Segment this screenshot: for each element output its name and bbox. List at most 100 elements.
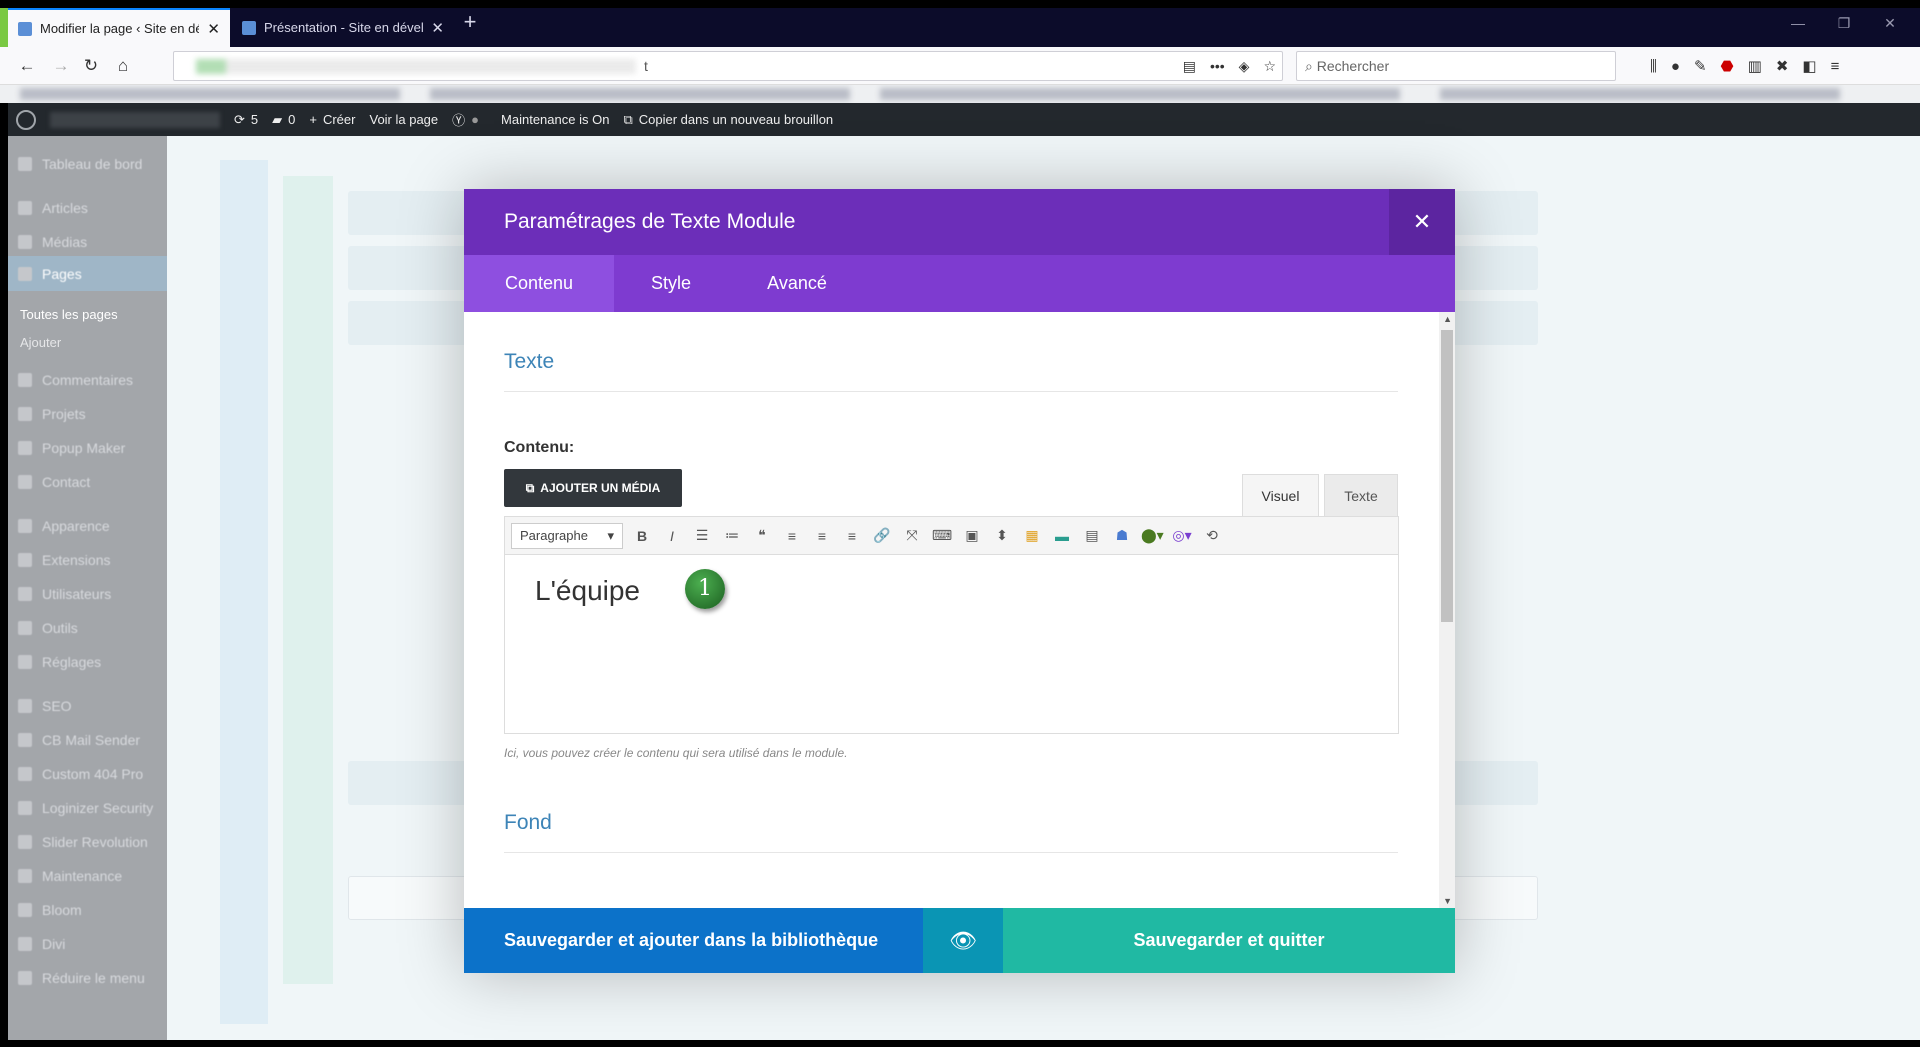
sidebar-item-tools[interactable]: Outils	[18, 620, 78, 636]
forward-icon[interactable]: →	[46, 47, 76, 85]
tab-style[interactable]: Style	[614, 255, 728, 312]
wordpress-logo-icon[interactable]	[16, 109, 36, 130]
sidebar-item-comments[interactable]: Commentaires	[18, 372, 133, 388]
view-page-link[interactable]: Voir la page	[369, 112, 438, 127]
editor-tab-text[interactable]: Texte	[1324, 474, 1398, 516]
sidebar-item-extensions[interactable]: Extensions	[18, 552, 110, 568]
page-actions-icon[interactable]: •••	[1210, 58, 1225, 74]
close-tab-icon[interactable]: ✕	[207, 20, 220, 38]
plus-icon: +	[463, 9, 477, 34]
minimize-icon[interactable]: —	[1778, 8, 1818, 38]
scroll-up-icon[interactable]: ▲	[1443, 314, 1452, 324]
menu-icon[interactable]: ≡	[1831, 58, 1840, 75]
numbered-list-icon[interactable]: ≔	[721, 527, 743, 544]
sidebar-item-custom-404[interactable]: Custom 404 Pro	[18, 766, 143, 782]
sidebar-item-dashboard[interactable]: Tableau de bord	[18, 156, 142, 172]
browser-tab-2[interactable]: Présentation - Site en développ ✕	[232, 8, 454, 47]
pocket-icon[interactable]: ◈	[1239, 58, 1250, 75]
sidebar-item-contact[interactable]: Contact	[18, 474, 90, 490]
preview-button[interactable]: 👁	[923, 908, 1003, 973]
sidebar-item-articles[interactable]: Articles	[18, 200, 88, 216]
maintenance-status[interactable]: Maintenance is On	[501, 112, 609, 127]
search-input[interactable]: ⌕ Rechercher	[1296, 51, 1616, 81]
sidebar-item-loginizer[interactable]: Loginizer Security	[18, 800, 153, 816]
sidebar-item-bloom[interactable]: Bloom	[18, 902, 82, 918]
sidebar-item-slider-revolution[interactable]: Slider Revolution	[18, 834, 148, 850]
library-icon[interactable]: ⫼	[1650, 58, 1657, 75]
sidebar-subitem-add[interactable]: Ajouter	[20, 335, 61, 350]
sidebar-item-media[interactable]: Médias	[18, 234, 87, 250]
reader-view-icon[interactable]: ▤	[1183, 58, 1196, 75]
scroll-down-icon[interactable]: ▼	[1443, 896, 1452, 906]
divider-icon[interactable]: ▬	[1051, 528, 1073, 544]
url-bar[interactable]: t ▤ ••• ◈ ☆	[173, 51, 1283, 81]
modal-scrollbar[interactable]: ▲ ▼	[1439, 312, 1455, 908]
editor-content[interactable]: L'équipe	[535, 575, 640, 607]
browser-tab-1[interactable]: Modifier la page ‹ Site en dével ✕	[8, 8, 230, 47]
blockquote-icon[interactable]: ❝	[751, 527, 773, 544]
fullscreen-icon[interactable]: ⤧	[901, 527, 923, 544]
restore-icon[interactable]: ❐	[1824, 8, 1864, 38]
tools-icon[interactable]: ✖	[1776, 57, 1789, 75]
layout-icon[interactable]: ▦	[1021, 527, 1043, 544]
bullet-list-icon[interactable]: ☰	[691, 527, 713, 544]
create-link[interactable]: + Créer	[309, 112, 355, 127]
close-tab-icon[interactable]: ✕	[431, 19, 444, 37]
yoast-seo-link[interactable]: Ⓨ ●	[452, 110, 479, 129]
format-select[interactable]: Paragraphe ▾	[511, 522, 623, 549]
undo-icon[interactable]: ⟲	[1201, 527, 1223, 544]
reload-icon[interactable]: ↻	[76, 47, 106, 85]
new-tab-button[interactable]: +	[455, 8, 485, 38]
adblock-icon[interactable]: ⬣	[1721, 57, 1734, 75]
site-name-redacted	[50, 111, 220, 128]
extension-icon[interactable]: ●	[1671, 58, 1680, 75]
section-title-fond[interactable]: Fond	[504, 811, 552, 835]
add-media-button[interactable]: ⧉ AJOUTER UN MÉDIA	[504, 469, 682, 507]
align-left-icon[interactable]: ≡	[781, 528, 803, 544]
sidebar-toggle-icon[interactable]: ▥	[1748, 57, 1762, 75]
sidebar-item-projects[interactable]: Projets	[18, 406, 86, 422]
tab-contenu[interactable]: Contenu	[464, 255, 614, 312]
insert-shortcode-icon[interactable]: ⬍	[991, 527, 1013, 544]
ip-icon[interactable]: ◧	[1802, 57, 1816, 75]
tab-avance[interactable]: Avancé	[728, 255, 866, 312]
sidebar-item-appearance[interactable]: Apparence	[18, 518, 110, 534]
sidebar-item-users[interactable]: Utilisateurs	[18, 586, 111, 602]
window-close-icon[interactable]: ✕	[1870, 8, 1910, 38]
updates-link[interactable]: ⟳ 5	[234, 112, 258, 128]
sidebar-item-divi[interactable]: Divi	[18, 936, 65, 952]
align-center-icon[interactable]: ≡	[811, 528, 833, 544]
person-icon[interactable]: ☗	[1111, 527, 1133, 544]
sidebar-item-cb-mail-sender[interactable]: CB Mail Sender	[18, 732, 140, 748]
sidebar-item-maintenance[interactable]: Maintenance	[18, 868, 122, 884]
plugin-icon[interactable]: ⬤▾	[1141, 527, 1164, 544]
align-right-icon[interactable]: ≡	[841, 528, 863, 544]
section-title-texte[interactable]: Texte	[504, 350, 554, 374]
italic-icon[interactable]: I	[661, 528, 683, 544]
copy-draft-link[interactable]: ⧉ Copier dans un nouveau brouillon	[623, 112, 833, 128]
sidebar-item-popup-maker[interactable]: Popup Maker	[18, 440, 125, 456]
settings-icon	[18, 655, 32, 669]
table-icon[interactable]: ▤	[1081, 527, 1103, 544]
comments-link[interactable]: ▰ 0	[272, 112, 295, 128]
bold-icon[interactable]: B	[631, 528, 653, 544]
home-icon[interactable]: ⌂	[108, 47, 138, 85]
keyboard-icon[interactable]: ⌨	[931, 527, 953, 544]
sidebar-item-pages[interactable]: Pages	[18, 266, 82, 282]
save-and-quit-button[interactable]: Sauvegarder et quitter	[1003, 908, 1455, 973]
rich-text-editor[interactable]: Paragraphe ▾ B I ☰ ≔ ❝ ≡ ≡ ≡ 🔗 ⤧ ⌨ ▣ ⬍ ▦ …	[504, 516, 1399, 734]
sidebar-subitem-all-pages[interactable]: Toutes les pages	[20, 307, 118, 322]
link-icon[interactable]: 🔗	[871, 527, 893, 544]
eyedropper-icon[interactable]: ✎	[1694, 57, 1707, 75]
insert-image-icon[interactable]: ▣	[961, 527, 983, 544]
sidebar-item-collapse[interactable]: Réduire le menu	[18, 970, 145, 986]
bookmark-star-icon[interactable]: ☆	[1263, 58, 1276, 75]
back-icon[interactable]: ←	[12, 47, 42, 85]
modal-close-button[interactable]: ✕	[1389, 189, 1455, 255]
save-to-library-button[interactable]: Sauvegarder et ajouter dans la bibliothè…	[464, 908, 923, 973]
editor-tab-visual[interactable]: Visuel	[1242, 474, 1319, 516]
sidebar-item-settings[interactable]: Réglages	[18, 654, 101, 670]
sidebar-item-seo[interactable]: SEO	[18, 698, 72, 714]
scrollbar-thumb[interactable]	[1441, 330, 1453, 622]
addon-icon[interactable]: ◎▾	[1171, 527, 1193, 544]
